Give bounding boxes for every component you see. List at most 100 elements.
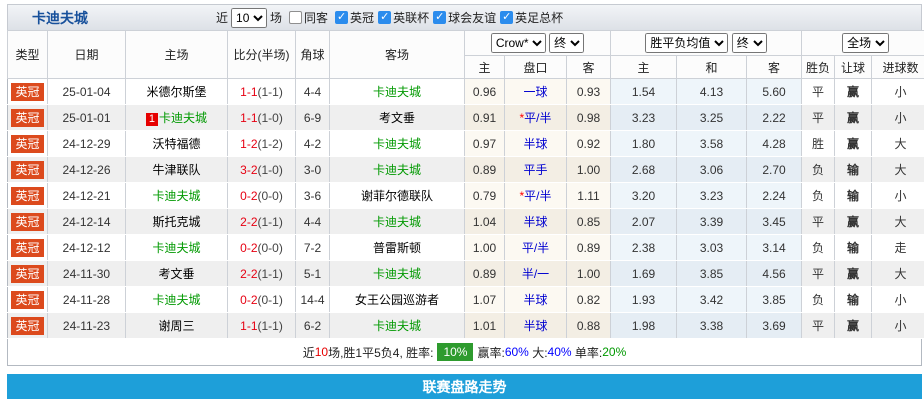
match-row: 英冠24-11-23谢周三1-1(1-1)6-2卡迪夫城1.01半球0.881.…	[8, 313, 924, 339]
summary-segment: 10%	[437, 343, 473, 361]
league-checkbox[interactable]	[433, 11, 446, 24]
cell-home-team: 卡迪夫城	[126, 287, 228, 313]
away-team-name[interactable]: 谢菲尔德联队	[361, 189, 433, 203]
away-team-name[interactable]: 卡迪夫城	[373, 319, 421, 333]
cell-result: 平	[802, 313, 835, 339]
cell-mean-home: 1.54	[611, 79, 677, 105]
cell-league: 英冠	[8, 261, 48, 287]
cell-mean-home: 1.80	[611, 131, 677, 157]
rank-badge: 1	[146, 113, 158, 126]
cell-result: 平	[802, 79, 835, 105]
halftime-score: (1-1)	[258, 267, 283, 281]
league-filter[interactable]: 英冠	[335, 9, 374, 26]
halftime-score: (1-1)	[258, 215, 283, 229]
away-team-name[interactable]: 卡迪夫城	[373, 163, 421, 177]
summary-segment: 单率:	[572, 344, 603, 361]
cell-goals-result: 大	[872, 261, 924, 287]
league-checkbox[interactable]	[500, 11, 513, 24]
away-team-name[interactable]: 卡迪夫城	[373, 267, 421, 281]
cell-mean-draw: 3.58	[677, 131, 747, 157]
away-team-name[interactable]: 卡迪夫城	[373, 215, 421, 229]
odds-company-select[interactable]: Crow*	[491, 33, 546, 53]
league-badge: 英冠	[11, 239, 43, 257]
cell-date: 24-12-12	[48, 235, 126, 261]
cell-odds-away: 0.85	[567, 209, 611, 235]
cell-mean-away: 3.14	[747, 235, 802, 261]
header-select-row: 类型 日期 主场 比分(半场) 角球 客场 Crow* 终 胜平负均值 终 全场	[8, 31, 924, 56]
cell-let-result: 输	[835, 157, 872, 183]
halftime-score: (1-0)	[258, 111, 283, 125]
match-row: 英冠24-12-29沃特福德1-2(1-2)4-2卡迪夫城0.97半球0.921…	[8, 131, 924, 157]
league-badge: 英冠	[11, 291, 43, 309]
col-odds-away: 客	[567, 56, 611, 79]
league-filter[interactable]: 球会友谊	[433, 9, 496, 26]
home-team-name[interactable]: 沃特福德	[152, 137, 200, 151]
cell-let-result: 赢	[835, 313, 872, 339]
away-team-name[interactable]: 考文垂	[379, 111, 415, 125]
cell-corners: 6-2	[296, 313, 330, 339]
away-team-name[interactable]: 女王公园巡游者	[355, 293, 439, 307]
home-team-name[interactable]: 牛津联队	[152, 163, 200, 177]
cell-odds-away: 0.89	[567, 235, 611, 261]
cell-let-result: 输	[835, 235, 872, 261]
cell-mean-draw: 3.39	[677, 209, 747, 235]
same-away-checkbox[interactable]	[289, 11, 302, 24]
league-checkbox[interactable]	[378, 11, 391, 24]
cell-mean-away: 2.24	[747, 183, 802, 209]
fulltime-score: 0-2	[240, 241, 257, 255]
cell-score: 0-2(0-0)	[228, 235, 296, 261]
summary-segment: 场,胜1平5负4, 胜率:	[328, 344, 433, 361]
team-title: 卡迪夫城	[32, 8, 88, 28]
cell-odds-home: 0.96	[465, 79, 505, 105]
home-team-name[interactable]: 米德尔斯堡	[146, 85, 206, 99]
cell-handicap: 半球	[505, 313, 567, 339]
fulltime-score: 1-1	[240, 85, 257, 99]
scope-select[interactable]: 全场	[842, 33, 889, 53]
home-team-name[interactable]: 卡迪夫城	[152, 241, 200, 255]
home-team-name[interactable]: 卡迪夫城	[152, 189, 200, 203]
cell-handicap: 半/一	[505, 261, 567, 287]
mean-stage-select[interactable]: 终	[732, 33, 767, 53]
away-team-name[interactable]: 卡迪夫城	[373, 85, 421, 99]
cell-mean-home: 1.69	[611, 261, 677, 287]
league-checkbox[interactable]	[335, 11, 348, 24]
cell-mean-away: 3.69	[747, 313, 802, 339]
away-team-name[interactable]: 卡迪夫城	[373, 137, 421, 151]
col-mean-home: 主	[611, 56, 677, 79]
league-trend-bar[interactable]: 联赛盘路走势	[7, 374, 922, 399]
home-team-name[interactable]: 斯托克城	[152, 215, 200, 229]
recent-count-select[interactable]: 10	[231, 8, 267, 28]
league-filter[interactable]: 英足总杯	[500, 9, 563, 26]
home-team-name[interactable]: 卡迪夫城	[152, 293, 200, 307]
home-team-name[interactable]: 卡迪夫城	[159, 111, 207, 125]
away-team-name[interactable]: 普雷斯顿	[373, 241, 421, 255]
odds-stage-select[interactable]: 终	[549, 33, 584, 53]
summary-segment: 20%	[602, 345, 626, 359]
cell-odds-away: 0.93	[567, 79, 611, 105]
cell-date: 24-12-26	[48, 157, 126, 183]
league-filter[interactable]: 英联杯	[378, 9, 429, 26]
match-row: 英冠24-12-14斯托克城2-2(1-1)4-4卡迪夫城1.04半球0.852…	[8, 209, 924, 235]
cell-let-result: 赢	[835, 261, 872, 287]
home-team-name[interactable]: 考文垂	[158, 267, 194, 281]
halftime-score: (0-0)	[258, 241, 283, 255]
cell-home-team: 谢周三	[126, 313, 228, 339]
mean-type-select[interactable]: 胜平负均值	[645, 33, 728, 53]
fulltime-score: 2-2	[240, 267, 257, 281]
league-badge: 英冠	[11, 161, 43, 179]
home-team-name[interactable]: 谢周三	[158, 319, 194, 333]
league-badge: 英冠	[11, 187, 43, 205]
same-away-filter[interactable]: 同客	[289, 9, 328, 26]
cell-mean-away: 2.70	[747, 157, 802, 183]
cell-odds-away: 1.11	[567, 183, 611, 209]
cell-odds-home: 1.04	[465, 209, 505, 235]
league-label: 球会友谊	[448, 9, 496, 26]
col-date: 日期	[48, 31, 126, 79]
cell-mean-draw: 4.13	[677, 79, 747, 105]
halftime-score: (0-0)	[258, 189, 283, 203]
match-row: 英冠24-12-26牛津联队3-2(1-0)3-0卡迪夫城0.89平手1.002…	[8, 157, 924, 183]
league-label: 英联杯	[393, 9, 429, 26]
league-badge: 英冠	[11, 265, 43, 283]
col-handicap: 盘口	[505, 56, 567, 79]
same-away-label: 同客	[304, 9, 328, 26]
